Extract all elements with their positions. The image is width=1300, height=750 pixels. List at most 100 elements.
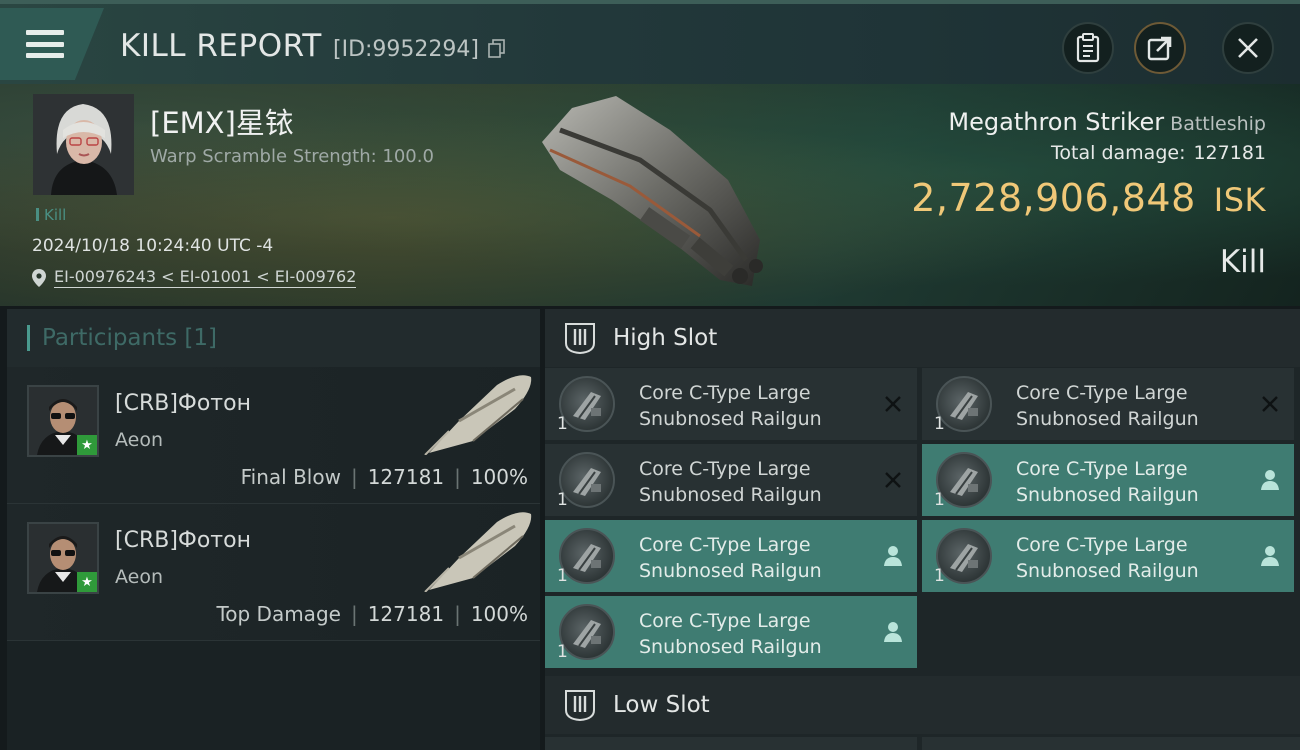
report-id: [ID:9952294]	[333, 37, 479, 62]
module-state-indicator	[881, 620, 905, 644]
participants-count: [1]	[184, 325, 218, 351]
module-state-indicator	[881, 544, 905, 568]
participant-name[interactable]: [CRB]Фотон	[115, 391, 251, 416]
participant-stat-label: Final Blow	[240, 465, 341, 489]
participant-percent: 100%	[470, 465, 528, 489]
low-slot-header: Low Slot	[545, 676, 1300, 734]
ship-name-text: Megathron Striker	[948, 108, 1165, 136]
module-name-line1: Core C-Type Large	[1016, 458, 1188, 480]
isk-value: 2,728,906,848 ISK	[911, 176, 1266, 220]
pilot-icon	[884, 622, 902, 642]
corp-badge-star-icon: ★	[77, 572, 97, 592]
module-name-line2: Snubnosed Railgun	[639, 560, 822, 582]
participant-stats: Final Blow | 127181 | 100%	[241, 465, 528, 489]
menu-button[interactable]	[0, 8, 104, 80]
isk-unit: ISK	[1213, 181, 1266, 219]
high-slot-module[interactable]: 1 Core C-Type Large Snubnosed Railgun	[545, 520, 917, 592]
high-slot-module[interactable]: 1 Core C-Type Large Snubnosed Railgun	[922, 368, 1294, 440]
high-slot-module[interactable]: 1 Core C-Type Large Snubnosed Railgun	[545, 368, 917, 440]
victim-portrait[interactable]	[33, 94, 134, 195]
low-slot-module-partial[interactable]	[922, 737, 1300, 750]
module-name: Core C-Type Large Snubnosed Railgun	[1016, 532, 1199, 584]
participant-ship: Aeon	[115, 429, 164, 451]
participant-row[interactable]: ★ [CRB]Фотон Aeon Final Blow | 127181 | …	[7, 367, 540, 504]
participant-ship-render	[424, 512, 532, 592]
participant-row[interactable]: ★ [CRB]Фотон Aeon Top Damage | 127181 | …	[7, 504, 540, 641]
module-name-line1: Core C-Type Large	[639, 458, 811, 480]
high-slot-header: High Slot	[545, 309, 1300, 367]
module-quantity: 1	[557, 642, 568, 662]
module-quantity: 1	[557, 566, 568, 586]
header-accent-bar	[27, 325, 30, 351]
pilot-icon	[1261, 546, 1279, 566]
module-name-line1: Core C-Type Large	[639, 610, 811, 632]
pilot-icon	[1261, 470, 1279, 490]
victim-name[interactable]: [EMX]星铱	[150, 100, 294, 142]
module-name: Core C-Type Large Snubnosed Railgun	[1016, 380, 1199, 432]
participant-ship: Aeon	[115, 566, 164, 588]
module-quantity: 1	[934, 414, 945, 434]
high-slot-module[interactable]: 1 Core C-Type Large Snubnosed Railgun	[922, 444, 1294, 516]
module-name: Core C-Type Large Snubnosed Railgun	[639, 532, 822, 584]
module-name-line2: Snubnosed Railgun	[639, 636, 822, 658]
module-name: Core C-Type Large Snubnosed Railgun	[639, 608, 822, 660]
corp-badge-star-icon: ★	[77, 435, 97, 455]
module-state-indicator	[881, 468, 905, 492]
high-slot-module[interactable]: 1 Core C-Type Large Snubnosed Railgun	[922, 520, 1294, 592]
ship-class: Battleship	[1170, 113, 1266, 135]
stats-divider: |	[350, 465, 358, 489]
participant-avatar[interactable]: ★	[27, 522, 99, 594]
module-name-line2: Snubnosed Railgun	[1016, 560, 1199, 582]
participant-stat-label: Top Damage	[216, 602, 341, 626]
high-slot-label: High Slot	[613, 325, 718, 351]
location-link[interactable]: EI-00976243 < EI-01001 < EI-009762	[54, 267, 357, 288]
module-state-indicator	[881, 392, 905, 416]
fitting-panel: High Slot 1 Core C-Type Large Snubnosed Ra…	[545, 309, 1300, 750]
location-pin-icon	[32, 268, 46, 287]
hamburger-menu-icon	[26, 30, 64, 58]
participant-percent: 100%	[470, 602, 528, 626]
pilot-portrait-image	[33, 94, 134, 195]
kill-tag: Kill	[36, 206, 66, 224]
participants-header: Participants [1]	[7, 309, 540, 367]
total-damage: Total damage: 127181	[1051, 142, 1266, 164]
module-name-line2: Snubnosed Railgun	[639, 484, 822, 506]
participant-avatar[interactable]: ★	[27, 385, 99, 457]
share-button[interactable]	[1134, 22, 1186, 74]
high-slot-module[interactable]: 1 Core C-Type Large Snubnosed Railgun	[545, 444, 917, 516]
copy-icon[interactable]	[488, 39, 506, 59]
module-name-line2: Snubnosed Railgun	[1016, 408, 1199, 430]
offline-x-icon	[885, 472, 901, 488]
module-state-indicator	[1258, 544, 1282, 568]
participant-damage: 127181	[367, 465, 445, 489]
module-name-line1: Core C-Type Large	[639, 382, 811, 404]
module-quantity: 1	[557, 414, 568, 434]
victim-summary: [EMX]星铱 Warp Scramble Strength: 100.0 Ki…	[0, 84, 1300, 306]
close-button[interactable]	[1222, 22, 1274, 74]
stats-divider: |	[454, 465, 461, 489]
warp-scramble-strength: Warp Scramble Strength: 100.0	[150, 146, 434, 167]
module-quantity: 1	[557, 490, 568, 510]
kill-report-header: KILL REPORT [ID:9952294]	[0, 0, 1300, 84]
victim-ship-name[interactable]: Megathron Striker Battleship	[948, 108, 1266, 136]
victim-ship-render	[542, 96, 763, 286]
module-name-line2: Snubnosed Railgun	[1016, 484, 1199, 506]
pilot-icon	[884, 546, 902, 566]
clipboard-button[interactable]	[1062, 22, 1114, 74]
module-name-line2: Snubnosed Railgun	[639, 408, 822, 430]
page-title: KILL REPORT	[120, 28, 322, 64]
result-label: Kill	[1219, 244, 1266, 280]
offline-x-icon	[1262, 396, 1278, 412]
low-slot-label: Low Slot	[613, 692, 710, 718]
kill-datetime: 2024/10/18 10:24:40 UTC -4	[32, 236, 274, 256]
total-damage-value: 127181	[1193, 142, 1266, 164]
high-slot-module[interactable]: 1 Core C-Type Large Snubnosed Railgun	[545, 596, 917, 668]
location[interactable]: EI-00976243 < EI-01001 < EI-009762	[32, 267, 357, 288]
clipboard-icon	[1076, 33, 1100, 63]
low-slot-module-partial[interactable]	[545, 737, 917, 750]
participants-label: Participants	[42, 325, 178, 351]
participant-name[interactable]: [CRB]Фотон	[115, 528, 251, 553]
offline-x-icon	[885, 396, 901, 412]
isk-amount: 2,728,906,848	[911, 176, 1196, 220]
share-icon	[1147, 36, 1172, 61]
